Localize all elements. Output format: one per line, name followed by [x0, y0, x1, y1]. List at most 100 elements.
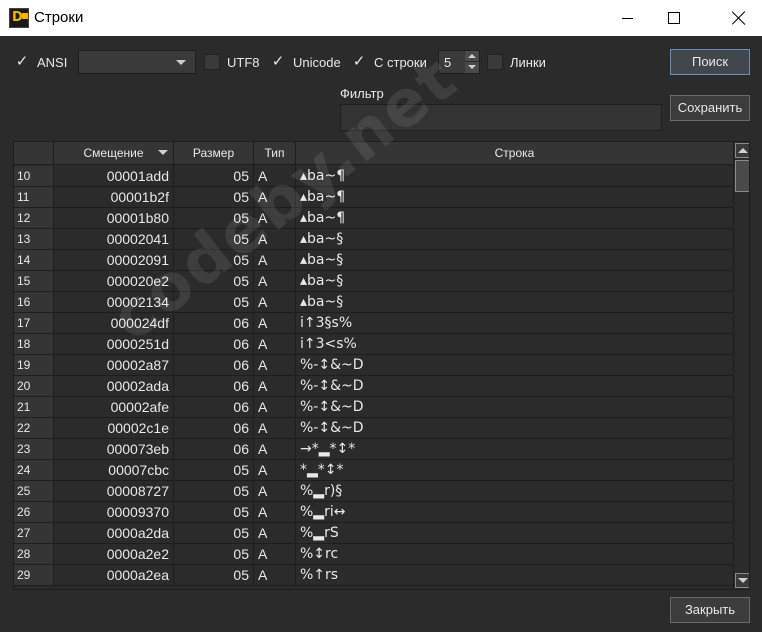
table-row[interactable]: 27 0000a2da 05 A %▂rS: [14, 523, 733, 544]
cell-string: %▂ri↔: [300, 504, 346, 520]
table-row[interactable]: 21 00002afe 06 A %-↕&~D: [14, 397, 733, 418]
from-line-checkbox[interactable]: ✓ С строки: [351, 52, 427, 72]
scroll-down-icon[interactable]: [735, 573, 749, 588]
table-row[interactable]: 10 00001add 05 A ▴ba~¶: [14, 166, 733, 187]
cell-type: A: [254, 481, 296, 501]
row-number: 26: [14, 502, 54, 522]
search-button[interactable]: Поиск: [670, 49, 750, 75]
cell-offset: 0000a2ea: [54, 565, 174, 585]
table-row[interactable]: 11 00001b2f 05 A ▴ba~¶: [14, 187, 733, 208]
cell-string: ▴ba~¶: [300, 168, 346, 184]
cell-type: A: [254, 271, 296, 291]
cell-size: 05: [174, 544, 254, 564]
cell-offset: 00002a87: [54, 355, 174, 375]
scrollbar-thumb[interactable]: [735, 160, 749, 192]
column-header-offset[interactable]: Смещение: [54, 142, 174, 165]
close-icon: [732, 11, 746, 25]
cell-string: ▴ba~§: [300, 273, 344, 289]
cell-type: A: [254, 313, 296, 333]
cell-type: A: [254, 502, 296, 522]
cell-type: A: [254, 355, 296, 375]
cell-string: ▴ba~§: [300, 294, 344, 310]
row-number: 29: [14, 565, 54, 585]
min-length-value: 5: [444, 55, 452, 70]
column-header-type[interactable]: Тип: [254, 142, 296, 165]
cell-offset: 00002afe: [54, 397, 174, 417]
table-row[interactable]: 26 00009370 05 A %▂ri↔: [14, 502, 733, 523]
cell-string: *▂*↕*: [300, 462, 344, 478]
spin-up-icon[interactable]: [465, 51, 479, 62]
ansi-label: ANSI: [37, 54, 68, 70]
row-number: 10: [14, 166, 54, 186]
row-number: 25: [14, 481, 54, 501]
minimize-button[interactable]: [604, 0, 650, 36]
utf8-checkbox[interactable]: UTF8: [204, 52, 260, 72]
scroll-up-icon[interactable]: [735, 143, 749, 158]
cell-string: %-↕&~D: [300, 420, 364, 436]
cell-type: A: [254, 250, 296, 270]
cell-offset: 0000a2e2: [54, 544, 174, 564]
table-row[interactable]: 15 000020e2 05 A ▴ba~§: [14, 271, 733, 292]
cell-size: 06: [174, 418, 254, 438]
column-header-string[interactable]: Строка: [296, 142, 733, 165]
cell-string: %-↕&~D: [300, 399, 364, 415]
table-row[interactable]: 25 00008727 05 A %▂r)§: [14, 481, 733, 502]
column-header-size[interactable]: Размер: [174, 142, 254, 165]
cell-offset: 000073eb: [54, 439, 174, 459]
row-number: 22: [14, 418, 54, 438]
cell-type: A: [254, 334, 296, 354]
ansi-checkbox[interactable]: ✓ ANSI: [14, 52, 68, 72]
row-number: 28: [14, 544, 54, 564]
table-row[interactable]: 29 0000a2ea 05 A %↑rs: [14, 565, 733, 586]
cell-size: 06: [174, 313, 254, 333]
cell-size: 05: [174, 565, 254, 585]
cell-size: 05: [174, 460, 254, 480]
sort-descending-icon: [158, 150, 168, 155]
row-number: 23: [14, 439, 54, 459]
cell-offset: 00002041: [54, 229, 174, 249]
table-row[interactable]: 18 0000251d 06 Ai↑3<s%: [14, 334, 733, 355]
cell-string: ▴ba~§: [300, 231, 344, 247]
table-row[interactable]: 13 00002041 05 A ▴ba~§: [14, 229, 733, 250]
close-window-button[interactable]: [716, 0, 762, 36]
cell-string: ▴ba~¶: [300, 189, 346, 205]
save-button[interactable]: Сохранить: [670, 95, 750, 121]
cell-size: 05: [174, 187, 254, 207]
table-row[interactable]: 12 00001b80 05 A ▴ba~¶: [14, 208, 733, 229]
maximize-button[interactable]: [651, 0, 697, 36]
table-row[interactable]: 22 00002c1e 06 A %-↕&~D: [14, 418, 733, 439]
table-row[interactable]: 19 00002a87 06 A %-↕&~D: [14, 355, 733, 376]
cell-offset: 000024df: [54, 313, 174, 333]
cell-string: ▴ba~¶: [300, 210, 346, 226]
cell-size: 06: [174, 439, 254, 459]
filter-input[interactable]: [340, 104, 662, 131]
table-row[interactable]: 14 00002091 05 A ▴ba~§: [14, 250, 733, 271]
row-number: 12: [14, 208, 54, 228]
cell-string: i↑3§s%: [300, 315, 353, 331]
table-row[interactable]: 16 00002134 05 A ▴ba~§: [14, 292, 733, 313]
vertical-scrollbar[interactable]: [733, 142, 749, 589]
cell-type: A: [254, 439, 296, 459]
close-button[interactable]: Закрыть: [670, 597, 750, 623]
links-checkbox[interactable]: Линки: [487, 52, 546, 72]
cell-string: %↑rs: [300, 567, 339, 583]
strings-table[interactable]: Смещение Размер Тип Строка 10 00001add 05 A…: [13, 141, 750, 590]
table-row[interactable]: 20 00002ada 06 A %-↕&~D: [14, 376, 733, 397]
checkbox-box: [204, 54, 220, 70]
spin-down-icon[interactable]: [465, 62, 479, 73]
checkmark-icon: ✓: [352, 53, 366, 70]
table-row[interactable]: 24 00007cbc 05 A *▂*↕*: [14, 460, 733, 481]
cell-type: A: [254, 565, 296, 585]
cell-type: A: [254, 292, 296, 312]
table-row[interactable]: 28 0000a2e2 05 A %↕rc: [14, 544, 733, 565]
unicode-checkbox[interactable]: ✓ Unicode: [270, 52, 341, 72]
row-number: 17: [14, 313, 54, 333]
cell-offset: 00001b2f: [54, 187, 174, 207]
encoding-combobox[interactable]: [78, 50, 196, 74]
min-length-spinbox[interactable]: 5: [438, 50, 480, 74]
column-header-offset-label: Смещение: [83, 146, 144, 160]
cell-offset: 00009370: [54, 502, 174, 522]
row-number: 18: [14, 334, 54, 354]
table-row[interactable]: 17 000024df 06 Ai↑3§s%: [14, 313, 733, 334]
table-row[interactable]: 23 000073eb 06 A →*▂*↕*: [14, 439, 733, 460]
